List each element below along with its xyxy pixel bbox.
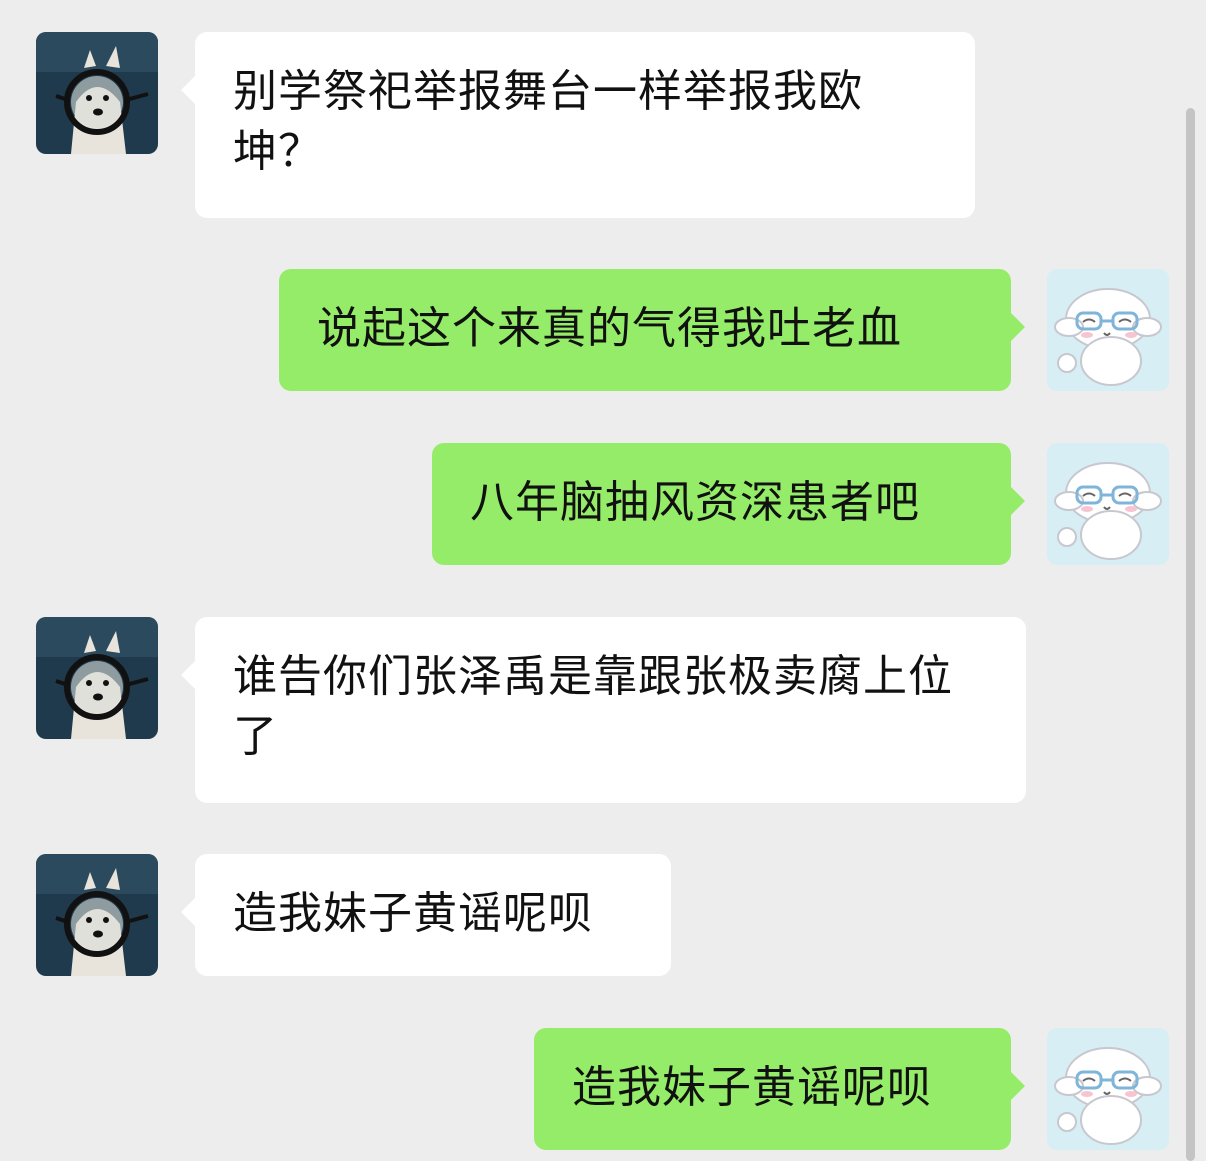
message-text: 造我妹子黄谣呢呗: [572, 1062, 932, 1113]
message-bubble-incoming[interactable]: 别学祭祀举报舞台一样举报我欧坤？: [181, 32, 975, 218]
dog-avatar-icon[interactable]: [36, 32, 158, 154]
chat-scrollbar[interactable]: [1186, 108, 1195, 1161]
dog-avatar-icon[interactable]: [36, 617, 158, 739]
message-text: 说起这个来真的气得我吐老血: [317, 303, 902, 354]
message-bubble-outgoing[interactable]: 说起这个来真的气得我吐老血: [279, 269, 1025, 391]
message-bubble-incoming[interactable]: 造我妹子黄谣呢呗: [181, 854, 671, 976]
message-bubble-outgoing[interactable]: 造我妹子黄谣呢呗: [534, 1028, 1025, 1150]
chat-area: 别学祭祀举报舞台一样举报我欧坤？ 说起这个来真的气得我吐老血 八年脑抽风资深患者…: [0, 0, 1206, 1161]
puppy-avatar-icon[interactable]: [1047, 269, 1169, 391]
puppy-avatar-icon[interactable]: [1047, 1028, 1169, 1150]
message-text: 谁告你们张泽禹是靠跟张极卖腐上位了: [233, 651, 953, 762]
puppy-avatar-icon[interactable]: [1047, 443, 1169, 565]
message-text: 八年脑抽风资深患者吧: [470, 477, 920, 528]
message-bubble-outgoing[interactable]: 八年脑抽风资深患者吧: [432, 443, 1025, 565]
message-text: 造我妹子黄谣呢呗: [233, 888, 593, 939]
message-text: 别学祭祀举报舞台一样举报我欧坤？: [233, 66, 863, 177]
message-bubble-incoming[interactable]: 谁告你们张泽禹是靠跟张极卖腐上位了: [181, 617, 1026, 803]
dog-avatar-icon[interactable]: [36, 854, 158, 976]
